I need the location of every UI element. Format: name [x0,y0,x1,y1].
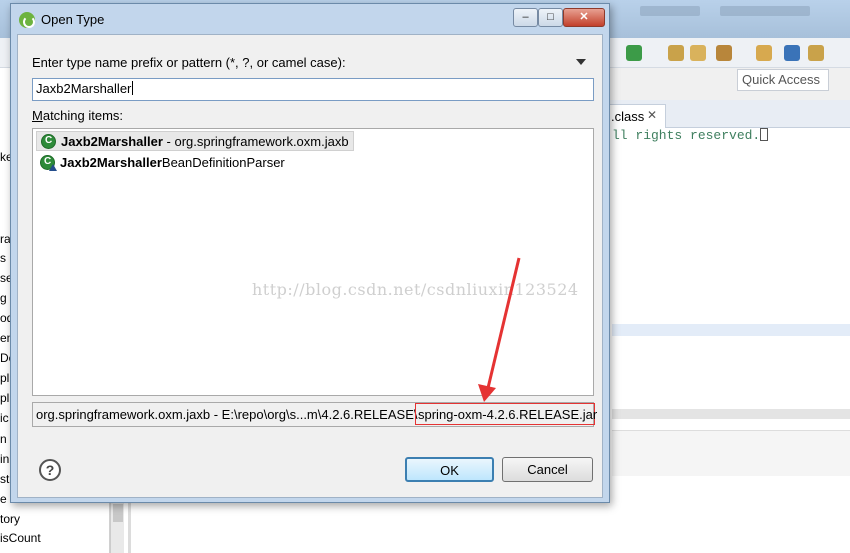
help-icon[interactable]: ? [39,459,61,481]
result-name-rest: - org.springframework.oxm.jaxb [162,134,349,149]
chevron-down-icon[interactable] [576,59,586,65]
tree-item[interactable]: pl [0,391,9,405]
tree-item[interactable]: g [0,291,7,305]
quick-access-field[interactable]: Quick Access [737,69,829,91]
ok-button[interactable]: OK [405,457,494,482]
dialog-title: Open Type [41,12,105,27]
dialog-body: Enter type name prefix or pattern (*, ?,… [17,34,603,498]
tree-item[interactable]: ic [0,411,9,425]
left-scrollbar[interactable] [110,500,124,553]
result-name-bold: Jaxb2Marshaller [61,134,163,149]
close-icon[interactable]: ✕ [647,108,657,122]
console-panel [612,430,850,476]
matching-label-text: atching items: [42,108,124,123]
tree-item[interactable]: tory [0,512,20,526]
jar-file-highlight: spring-oxm-4.2.6.RELEASE.jar [415,403,597,425]
results-list[interactable]: Jaxb2Marshaller - org.springframework.ox… [32,128,594,396]
open-type-dialog: Open Type – □ ✕ Enter type name prefix o… [10,3,610,503]
spring-logo-icon [19,12,35,28]
search-value: Jaxb2Marshaller [36,81,132,96]
list-item[interactable]: Jaxb2MarshallerBeanDefinitionParser [36,153,289,173]
path-prefix: org.springframework.oxm.jaxb - E:\repo\o… [36,407,418,422]
pencil-icon[interactable] [716,45,732,61]
blurred-title-text [640,6,700,16]
editor-highlight-line [612,324,850,336]
prompt-label: Enter type name prefix or pattern (*, ?,… [32,55,346,70]
package-icon[interactable] [756,45,772,61]
text-caret [132,81,134,95]
tree-item[interactable]: n [0,432,7,446]
tree-item[interactable]: in [0,452,9,466]
editor-code-line: ll rights reserved. [612,128,769,143]
run-icon[interactable] [626,45,642,61]
blurred-title-text [720,6,810,16]
list-item[interactable]: Jaxb2Marshaller - org.springframework.ox… [36,131,354,151]
class-warning-icon [40,155,57,171]
maximize-button[interactable]: □ [538,8,563,27]
tree-item[interactable]: st [0,472,9,486]
globe-icon[interactable] [784,45,800,61]
tree-item[interactable]: e [0,492,7,506]
close-button[interactable]: ✕ [563,8,605,27]
editor-scrollbar[interactable] [612,409,850,419]
type-search-input[interactable]: Jaxb2Marshaller [32,78,594,101]
matching-items-label: Matching items: [32,108,123,123]
class-icon [41,134,56,149]
open-folder-icon[interactable] [668,45,684,61]
dialog-titlebar[interactable]: Open Type – □ ✕ [11,4,609,34]
result-name-bold: Jaxb2Marshaller [60,155,162,170]
code-text: ll rights reserved. [612,128,761,143]
navigate-icon[interactable] [808,45,824,61]
folder-icon[interactable] [690,45,706,61]
cancel-button[interactable]: Cancel [502,457,593,482]
scroll-thumb[interactable] [113,504,123,522]
watermark: http://blog.csdn.net/csdnliuxin123524 [252,280,579,299]
mnemonic-letter: M [32,108,43,123]
tree-item[interactable]: isCount [0,531,41,545]
tree-item[interactable]: pl [0,371,9,385]
editor-tab-label: .class [611,109,645,124]
result-name-rest: BeanDefinitionParser [161,155,285,170]
text-cursor [760,128,769,141]
minimize-button[interactable]: – [513,8,538,27]
tree-item[interactable]: s [0,251,6,265]
